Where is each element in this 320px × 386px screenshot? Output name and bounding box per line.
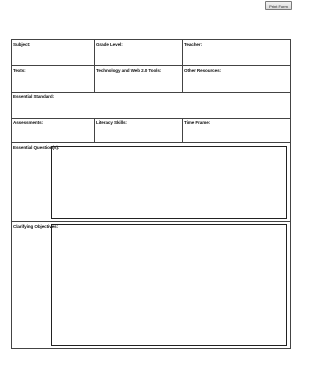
table-row-divider <box>11 221 290 222</box>
column-divider <box>94 39 95 92</box>
table-border-bottom <box>11 348 290 349</box>
table-border-left <box>11 39 12 349</box>
essential-questions-field[interactable] <box>51 146 287 219</box>
table-row-divider <box>11 65 290 66</box>
other-resources-label: Other Resources: <box>184 68 221 73</box>
teacher-label: Teacher: <box>184 42 203 47</box>
assessments-label: Assessments: <box>13 120 43 125</box>
table-row-divider <box>11 118 290 119</box>
subject-label: Subject: <box>13 42 31 47</box>
column-divider <box>94 118 95 142</box>
table-border-top <box>11 39 290 40</box>
clarifying-objectives-field[interactable] <box>51 224 287 346</box>
texts-label: Texts: <box>13 68 26 73</box>
essential-standard-label: Essential Standard: <box>13 94 54 99</box>
table-row-divider <box>11 142 290 143</box>
table-border-right <box>290 39 291 349</box>
technology-tools-label: Technology and Web 2.0 Tools: <box>96 68 162 73</box>
grade-level-label: Grade Level: <box>96 42 123 47</box>
table-row-divider <box>11 92 290 93</box>
lesson-plan-form: Subject: Grade Level: Teacher: Texts: Te… <box>0 0 298 386</box>
time-frame-label: Time Frame: <box>184 120 211 125</box>
literacy-skills-label: Literacy Skills: <box>96 120 127 125</box>
column-divider <box>182 118 183 142</box>
column-divider <box>182 39 183 92</box>
